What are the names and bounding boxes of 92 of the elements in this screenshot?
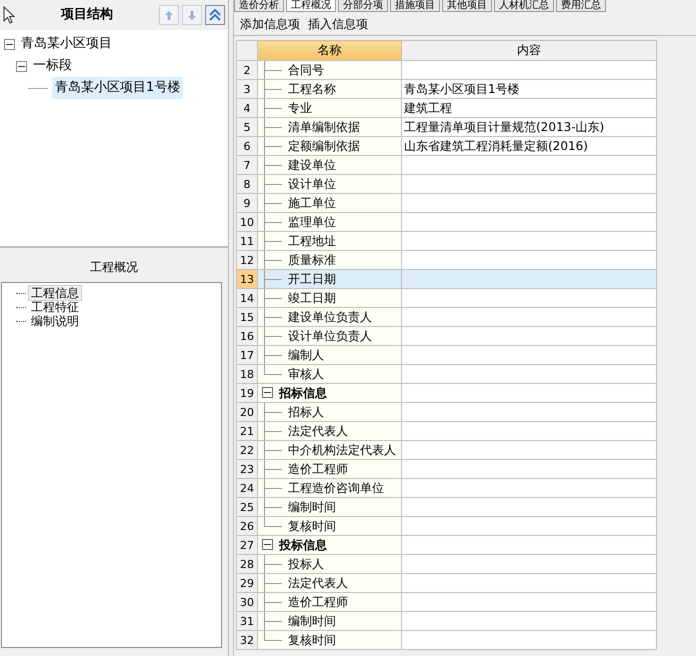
row-number: 10 — [236, 212, 258, 232]
field-label: 开工日期 — [288, 272, 336, 286]
row-number: 21 — [236, 422, 258, 440]
toolbar-button[interactable]: 插入信息项 — [308, 14, 368, 32]
field-label: 造价工程师 — [288, 595, 348, 609]
row-number: 6 — [236, 136, 258, 156]
tree-item[interactable]: 一标段 — [30, 55, 75, 77]
row-number: 13 — [236, 270, 258, 288]
row-number: 4 — [236, 98, 258, 118]
field-label: 质量标准 — [288, 253, 336, 267]
field-value: 建筑工程 — [404, 100, 452, 114]
row-number: 19 — [236, 384, 258, 402]
row-number: 5 — [236, 118, 258, 136]
tab[interactable]: 工程概况 — [286, 0, 336, 12]
row-number: 30 — [236, 592, 258, 612]
cursor-icon — [3, 6, 15, 24]
tree-item[interactable]: 青岛某小区项目1号楼 — [52, 77, 184, 99]
tab[interactable]: 人材机汇总 — [494, 0, 554, 12]
field-label: 编制时间 — [288, 614, 336, 628]
down-arrow-button[interactable] — [182, 5, 202, 25]
row-number: 8 — [236, 174, 258, 194]
tab[interactable]: 措施项目 — [390, 0, 440, 12]
field-label: 工程地址 — [288, 234, 336, 248]
field-label: 招标人 — [288, 405, 324, 419]
field-label: 编制时间 — [288, 500, 336, 514]
row-number: 20 — [236, 402, 258, 422]
tree-item[interactable]: 工程信息 — [28, 285, 82, 301]
up-arrow-icon — [164, 10, 174, 20]
panel-title: 工程概况 — [90, 259, 138, 276]
field-value: 青岛某小区项目1号楼 — [404, 82, 520, 96]
double-chevron-icon — [208, 8, 222, 22]
down-arrow-icon — [187, 10, 197, 20]
field-label: 合同号 — [288, 63, 324, 77]
row-number: 2 — [236, 60, 258, 80]
row-number: 17 — [236, 346, 258, 364]
field-label: 工程造价咨询单位 — [288, 481, 384, 495]
row-number: 29 — [236, 574, 258, 592]
tab[interactable]: 造价分析 — [234, 0, 284, 12]
field-label: 复核时间 — [288, 519, 336, 533]
row-number: 16 — [236, 326, 258, 346]
group-label: 招标信息 — [279, 386, 327, 400]
row-number: 15 — [236, 308, 258, 326]
field-label: 建设单位 — [288, 158, 336, 172]
row-number: 14 — [236, 288, 258, 308]
field-label: 竣工日期 — [288, 291, 336, 305]
tree-item[interactable]: 编制说明 — [28, 313, 82, 329]
row-number: 9 — [236, 194, 258, 212]
row-number: 25 — [236, 498, 258, 516]
field-label: 设计单位负责人 — [288, 329, 372, 343]
tree-item[interactable]: 工程特征 — [28, 299, 82, 315]
column-header: 内容 — [402, 40, 656, 60]
field-label: 工程名称 — [288, 82, 336, 96]
up-arrow-button[interactable] — [159, 5, 179, 25]
row-number: 27 — [236, 536, 258, 554]
tab[interactable]: 费用汇总 — [556, 0, 606, 12]
field-label: 审核人 — [288, 367, 324, 381]
row-number: 11 — [236, 232, 258, 250]
field-label: 设计单位 — [288, 177, 336, 191]
row-number: 31 — [236, 612, 258, 630]
field-label: 施工单位 — [288, 196, 336, 210]
field-label: 法定代表人 — [288, 576, 348, 590]
row-number: 22 — [236, 440, 258, 460]
row-number: 28 — [236, 554, 258, 574]
field-label: 专业 — [288, 101, 312, 115]
row-number: 7 — [236, 156, 258, 174]
row-number: 3 — [236, 80, 258, 98]
field-label: 中介机构法定代表人 — [288, 443, 396, 457]
field-label: 清单编制依据 — [288, 120, 360, 134]
field-value: 工程量清单项目计量规范(2013-山东) — [404, 120, 604, 134]
field-label: 造价工程师 — [288, 462, 348, 476]
field-value: 山东省建筑工程消耗量定额(2016) — [404, 138, 588, 152]
row-number: 12 — [236, 250, 258, 270]
field-label: 复核时间 — [288, 633, 336, 647]
collapse-button[interactable] — [205, 5, 225, 25]
field-label: 投标人 — [288, 557, 324, 571]
tree-item[interactable]: 青岛某小区项目 — [18, 33, 115, 55]
column-header — [236, 40, 258, 60]
row-number: 23 — [236, 460, 258, 478]
field-label: 建设单位负责人 — [288, 310, 372, 324]
panel-title: 项目结构 — [60, 6, 114, 24]
row-number: 32 — [236, 630, 258, 650]
row-number: 18 — [236, 364, 258, 384]
field-label: 监理单位 — [288, 215, 336, 229]
column-header: 名称 — [258, 40, 402, 60]
row-number: 24 — [236, 478, 258, 498]
row-number: 26 — [236, 516, 258, 536]
group-label: 投标信息 — [279, 538, 327, 552]
field-label: 法定代表人 — [288, 424, 348, 438]
toolbar-button[interactable]: 添加信息项 — [240, 14, 300, 32]
tab[interactable]: 其他项目 — [442, 0, 492, 12]
field-label: 定额编制依据 — [288, 139, 360, 153]
field-label: 编制人 — [288, 348, 324, 362]
